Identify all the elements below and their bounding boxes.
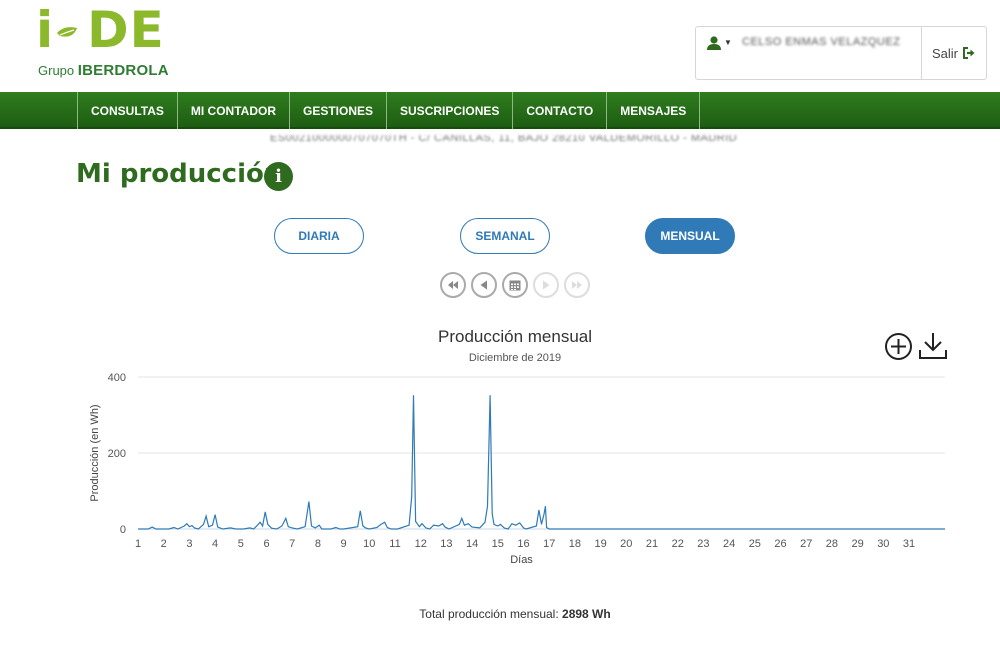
supply-address: ES0021000000707070TH - C/ CANILLAS, 11, … [270, 135, 738, 144]
x-tick-label: 25 [749, 538, 761, 550]
previous-period-button[interactable] [471, 272, 497, 298]
header: i DE Grupo IBERDROLA ▼ CELSO ENMAS VELAZ… [0, 0, 1000, 92]
x-tick-label: 29 [851, 538, 863, 550]
leaf-icon [57, 27, 77, 37]
x-tick-label: 8 [315, 538, 321, 550]
total-value: 2898 Wh [562, 607, 611, 621]
x-tick-label: 26 [774, 538, 786, 550]
x-tick-label: 4 [212, 538, 218, 550]
x-tick-label: 7 [289, 538, 295, 550]
x-tick-label: 31 [903, 538, 915, 550]
x-tick-label: 22 [672, 538, 684, 550]
x-tick-label: 15 [492, 538, 504, 550]
x-tick-label: 6 [263, 538, 269, 550]
x-tick-label: 10 [363, 538, 375, 550]
logout-button[interactable]: Salir [922, 27, 986, 79]
first-period-button[interactable] [440, 272, 466, 298]
x-tick-label: 23 [697, 538, 709, 550]
chart-title: Producción mensual [437, 327, 593, 346]
period-weekly-button[interactable]: SEMANAL [460, 218, 550, 254]
y-tick-label: 200 [108, 448, 126, 460]
page-title: Mi producción [76, 159, 283, 189]
y-tick-label: 400 [108, 372, 126, 384]
chart-grid [138, 376, 945, 530]
user-name: CELSO ENMAS VELAZQUEZ [742, 36, 901, 48]
download-icon[interactable] [918, 330, 948, 361]
double-chevron-right-icon [572, 281, 582, 289]
sign-out-icon [963, 47, 975, 59]
logout-label: Salir [931, 45, 958, 61]
x-tick-label: 5 [238, 538, 244, 550]
x-tick-label: 11 [389, 538, 400, 550]
period-daily-button[interactable]: DIARIA [274, 218, 364, 254]
x-tick-label: 1 [135, 538, 141, 550]
circle-plus-icon[interactable] [884, 332, 913, 361]
nav-item-contacto[interactable]: CONTACTO [513, 92, 608, 129]
user-icon [707, 36, 721, 50]
triangle-right-icon [543, 280, 550, 290]
ide-iberdrola-logo[interactable]: i DE Grupo IBERDROLA [36, 4, 176, 80]
logo-subtitle: Grupo IBERDROLA [38, 62, 169, 79]
double-chevron-left-icon [448, 281, 458, 289]
x-tick-label: 30 [877, 538, 889, 550]
x-tick-label: 17 [543, 538, 555, 550]
x-tick-label: 13 [440, 538, 452, 550]
nav-item-gestiones[interactable]: GESTIONES [290, 92, 388, 129]
x-tick-label: 21 [646, 538, 658, 550]
main-nav: CONSULTAS MI CONTADOR GESTIONES SUSCRIPC… [0, 92, 1000, 129]
x-tick-label: 20 [620, 538, 632, 550]
user-menu: ▼ CELSO ENMAS VELAZQUEZ Salir [695, 26, 987, 80]
next-period-button[interactable] [533, 272, 559, 298]
x-axis-ticks: 1 2 3 4 5 6 7 8 9 10 11 12 13 14 15 16 17 18 19 20 21 22 23 24 2… [135, 538, 915, 550]
chart-subtitle: Diciembre de 2019 [468, 352, 562, 364]
x-tick-label: 19 [594, 538, 606, 550]
x-tick-label: 9 [341, 538, 347, 550]
caret-down-icon: ▼ [724, 38, 732, 47]
x-tick-label: 27 [800, 538, 812, 550]
last-period-button[interactable] [564, 272, 590, 298]
y-tick-label: 0 [120, 524, 126, 536]
x-tick-label: 28 [826, 538, 838, 550]
calendar-icon [509, 280, 521, 291]
calendar-button[interactable] [502, 272, 528, 298]
nav-item-mi-contador[interactable]: MI CONTADOR [178, 92, 290, 129]
nav-item-consultas[interactable]: CONSULTAS [78, 92, 178, 129]
x-tick-label: 16 [517, 538, 529, 550]
x-tick-label: 24 [723, 538, 735, 550]
x-tick-label: 18 [569, 538, 581, 550]
x-tick-label: 12 [415, 538, 427, 550]
user-dropdown[interactable]: ▼ CELSO ENMAS VELAZQUEZ [696, 27, 921, 79]
x-tick-label: 14 [466, 538, 478, 550]
triangle-left-icon [480, 280, 487, 290]
nav-item-mensajes[interactable]: MENSAJES [607, 92, 701, 129]
x-tick-label: 3 [186, 538, 192, 550]
total-label: Total producción mensual: [419, 607, 559, 621]
x-tick-label: 2 [161, 538, 167, 550]
y-axis-label: Producción (en Wh) [89, 404, 101, 501]
nav-item-suscripciones[interactable]: SUSCRIPCIONES [387, 92, 514, 129]
nav-list: CONSULTAS MI CONTADOR GESTIONES SUSCRIPC… [77, 92, 701, 129]
production-chart: 0200400 1 2 3 4 5 6 7 8 9 10 11 12 13 14 15 16 17 18 19 20 2… [89, 372, 945, 566]
info-icon[interactable]: i [264, 162, 293, 191]
y-axis-ticks: 0 200 400 [108, 372, 126, 536]
period-monthly-button[interactable]: MENSUAL [645, 218, 735, 254]
series-line [138, 395, 945, 530]
x-axis-label: Días [510, 554, 533, 566]
monthly-total: Total producción mensual: 2898 Wh [0, 607, 1000, 621]
